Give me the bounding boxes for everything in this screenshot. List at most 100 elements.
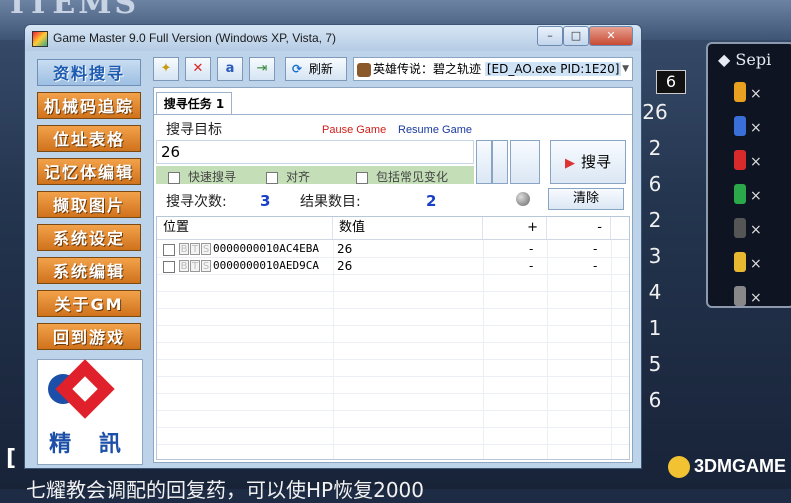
maximize-button[interactable]: □ <box>563 26 589 46</box>
compare-icon[interactable] <box>492 140 508 184</box>
column-header-minus[interactable]: - <box>547 217 611 239</box>
gem-multiplier: × <box>750 86 762 102</box>
row-checkbox[interactable] <box>163 244 175 256</box>
gem-multiplier: × <box>750 222 762 238</box>
result-count-label: 结果数目: <box>300 194 361 210</box>
checkbox[interactable] <box>168 171 180 184</box>
row-minus: - <box>593 259 598 273</box>
watermark-text: 3DMGAME <box>694 456 787 476</box>
delete-task-icon[interactable]: ✕ <box>185 57 211 81</box>
pause-game-link[interactable]: Pause Game <box>322 124 386 136</box>
game-number: 26 <box>642 100 668 124</box>
table-row[interactable]: B T S 0000000010AC4EBA 26 - - <box>157 241 629 258</box>
row-checkbox[interactable] <box>163 261 175 273</box>
option-align[interactable]: 对齐 <box>266 168 310 185</box>
row-type-tag[interactable]: S <box>201 260 211 272</box>
game-number: 2 <box>648 208 662 232</box>
gem-icon <box>734 286 746 306</box>
game-panel-title: Sepi <box>735 50 772 69</box>
logo-text: 精 訊 <box>49 432 131 457</box>
export-icon[interactable]: ⇥ <box>249 57 275 81</box>
game-gem-panel: ◆ Sepi × × × × × × × <box>706 42 791 308</box>
column-header-address[interactable]: 位置 <box>157 217 333 239</box>
gem-icon <box>734 218 746 238</box>
game-number: 2 <box>648 136 662 160</box>
row-type-tag[interactable]: S <box>201 243 211 255</box>
game-master-window: Game Master 9.0 Full Version (Windows XP… <box>24 24 642 469</box>
clear-button[interactable]: 清除 <box>548 188 624 210</box>
row-minus: - <box>593 242 598 256</box>
gem-multiplier: × <box>750 290 762 306</box>
game-items-logo: ITEMS <box>10 0 140 21</box>
row-plus: - <box>529 242 534 256</box>
game-number: 1 <box>648 316 662 340</box>
refresh-button[interactable]: ⟳ 刷新 <box>285 57 347 81</box>
row-address: 0000000010AED9CA <box>213 259 319 272</box>
process-id: [ED_AO.exe PID:1E20] <box>484 62 622 76</box>
gem-multiplier: × <box>750 256 762 272</box>
title-bar[interactable]: Game Master 9.0 Full Version (Windows XP… <box>25 25 641 51</box>
gem-icon <box>734 150 746 170</box>
game-number: 4 <box>648 280 662 304</box>
game-number: 3 <box>648 244 662 268</box>
chevron-down-icon: ▼ <box>622 64 629 74</box>
checkbox[interactable] <box>356 171 368 184</box>
status-indicator <box>516 192 530 206</box>
process-name: 英雄传说：碧之轨迹 <box>373 62 482 76</box>
rename-task-icon[interactable]: a <box>217 57 243 81</box>
row-type-tag[interactable]: T <box>190 243 200 255</box>
option-common-changes[interactable]: 包括常见变化 <box>356 168 448 185</box>
process-select[interactable]: 英雄传说：碧之轨迹 [ED_AO.exe PID:1E20] ▼ <box>353 57 633 81</box>
game-number: 6 <box>648 388 662 412</box>
refresh-label: 刷新 <box>308 62 333 76</box>
close-button[interactable]: ✕ <box>589 26 633 46</box>
gem-multiplier: × <box>750 188 762 204</box>
search-button[interactable]: ▶ 搜寻 <box>550 140 626 184</box>
column-header-value[interactable]: 数值 <box>333 217 483 239</box>
watermark: 3DMGAME <box>668 456 787 479</box>
toolbar: ✦ ✕ a ⇥ ⟳ 刷新 英雄传说：碧之轨迹 [ED_AO.exe PID:1E… <box>153 57 633 83</box>
column-header-plus[interactable]: + <box>483 217 547 239</box>
checkbox[interactable] <box>266 171 278 184</box>
game-number-badge: 6 <box>656 70 686 94</box>
menu-item-6[interactable]: 系统编辑 <box>37 257 141 284</box>
search-count-value: 3 <box>260 192 271 210</box>
menu-item-4[interactable]: 撷取图片 <box>37 191 141 218</box>
refresh-icon: ⟳ <box>291 62 303 76</box>
search-panel: 搜寻任务 1 搜寻目标 Pause Game Resume Game 26 快速… <box>153 87 633 463</box>
process-icon <box>357 62 371 77</box>
row-address: 0000000010AC4EBA <box>213 242 319 255</box>
gem-icon <box>734 184 746 204</box>
tab-search-task-1[interactable]: 搜寻任务 1 <box>156 92 232 115</box>
menu-item-2[interactable]: 位址表格 <box>37 125 141 152</box>
result-count-value: 2 <box>426 192 437 210</box>
menu-item-1[interactable]: 机械码追踪 <box>37 92 141 119</box>
book-icon[interactable] <box>510 140 540 184</box>
search-value-input[interactable]: 26 <box>156 140 474 164</box>
window-title: Game Master 9.0 Full Version (Windows XP… <box>53 31 337 45</box>
row-value: 26 <box>337 259 353 273</box>
menu-item-3[interactable]: 记忆体编辑 <box>37 158 141 185</box>
row-type-tag[interactable]: B <box>179 260 189 272</box>
resume-game-link[interactable]: Resume Game <box>398 124 472 136</box>
search-target-label: 搜寻目标 <box>166 122 222 138</box>
option-fast-search[interactable]: 快速搜寻 <box>168 168 236 185</box>
row-type-tag[interactable]: T <box>190 260 200 272</box>
gem-icon <box>734 116 746 136</box>
row-value: 26 <box>337 242 353 256</box>
menu-item-5[interactable]: 系统设定 <box>37 224 141 251</box>
game-dialog-bracket: [ <box>6 446 17 471</box>
results-table: 位置 数值 + - B T S 0000000010AC4EBA 26- - B T S 0000… <box>156 216 630 460</box>
new-task-icon[interactable]: ✦ <box>153 57 179 81</box>
search-options: 快速搜寻 对齐 包括常见变化 <box>156 166 474 184</box>
game-number: 5 <box>648 352 662 376</box>
gem-multiplier: × <box>750 120 762 136</box>
table-row[interactable]: B T S 0000000010AED9CA 26 - - <box>157 258 629 275</box>
menu-item-8[interactable]: 回到游戏 <box>37 323 141 350</box>
gem-icon <box>734 82 746 102</box>
value-type-icon[interactable] <box>476 140 492 184</box>
menu-item-0[interactable]: 资料搜寻 <box>37 59 141 86</box>
row-type-tag[interactable]: B <box>179 243 189 255</box>
menu-item-7[interactable]: 关于GM <box>37 290 141 317</box>
minimize-button[interactable]: – <box>537 26 563 46</box>
